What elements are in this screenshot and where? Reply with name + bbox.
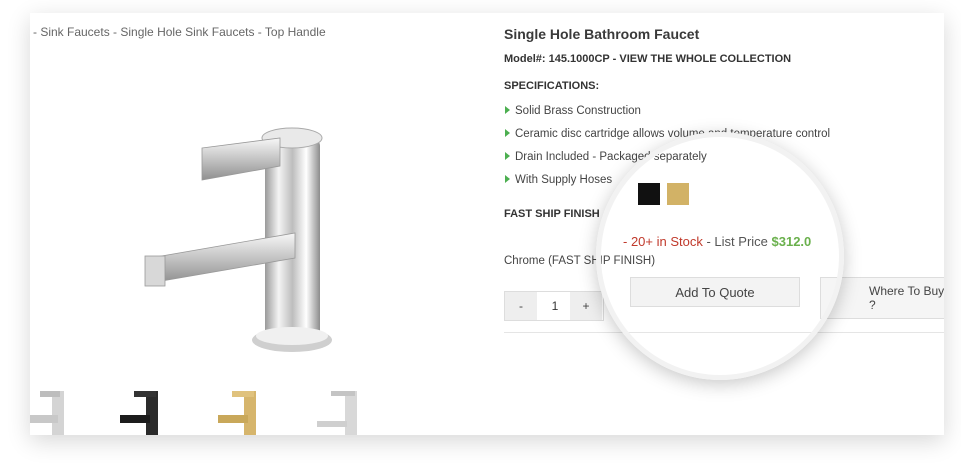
product-main-image[interactable] bbox=[120, 108, 360, 358]
thumbnail-black[interactable] bbox=[118, 385, 178, 435]
spec-item: Ceramic disc cartridge allows volume and… bbox=[504, 127, 830, 150]
thumbnail-chrome-alt[interactable] bbox=[315, 385, 375, 435]
selected-finish-label: Chrome (FAST SHIP FINISH) bbox=[504, 255, 656, 267]
green-bullet-icon bbox=[505, 129, 510, 137]
spec-item: Drain Included - Packaged separately bbox=[504, 150, 830, 173]
thumbnail-chrome[interactable] bbox=[30, 385, 90, 435]
breadcrumb-item-single-hole[interactable]: - Single Hole Sink Faucets bbox=[113, 25, 254, 39]
breadcrumb: - Sink Faucets - Single Hole Sink Faucet… bbox=[33, 25, 326, 39]
where-to-buy-button[interactable]: Where To Buy ? bbox=[820, 277, 944, 319]
thumbnail-strip bbox=[30, 385, 430, 435]
product-title: Single Hole Bathroom Faucet bbox=[504, 26, 700, 42]
finish-swatch-black[interactable] bbox=[638, 183, 660, 205]
green-bullet-icon bbox=[505, 175, 510, 183]
stock-price-line: - 20+ in Stock - List Price $312.0 bbox=[623, 234, 811, 249]
finish-swatch-gold[interactable] bbox=[667, 183, 689, 205]
spec-item: Solid Brass Construction bbox=[504, 104, 830, 127]
breadcrumb-item-sink-faucets[interactable]: - Sink Faucets bbox=[33, 25, 110, 39]
green-bullet-icon bbox=[505, 152, 510, 160]
product-info: Single Hole Bathroom Faucet Model#: 145.… bbox=[504, 13, 944, 435]
price-value: $312.0 bbox=[771, 234, 812, 249]
model-line: Model#: 145.1000CP - VIEW THE WHOLE COLL… bbox=[504, 53, 792, 65]
thumbnail-gold[interactable] bbox=[216, 385, 276, 435]
divider bbox=[504, 332, 944, 333]
quantity-increment-button[interactable]: + bbox=[570, 292, 602, 320]
view-collection-link[interactable]: VIEW THE WHOLE COLLECTION bbox=[619, 53, 791, 65]
model-number: Model#: 145.1000CP bbox=[504, 53, 610, 65]
quantity-stepper: - + bbox=[504, 291, 604, 321]
list-price-label: - List Price bbox=[706, 234, 768, 249]
quantity-decrement-button[interactable]: - bbox=[505, 292, 537, 320]
stock-status: - 20+ in Stock bbox=[623, 234, 703, 249]
green-bullet-icon bbox=[505, 106, 510, 114]
add-to-quote-button[interactable]: Add To Quote bbox=[630, 277, 800, 307]
quantity-input[interactable] bbox=[538, 292, 572, 320]
specifications-heading: SPECIFICATIONS: bbox=[504, 80, 600, 92]
breadcrumb-item-top-handle[interactable]: - Top Handle bbox=[258, 25, 326, 39]
product-card: - Sink Faucets - Single Hole Sink Faucet… bbox=[30, 13, 944, 435]
fast-ship-finish-heading: FAST SHIP FINISH bbox=[504, 208, 600, 220]
